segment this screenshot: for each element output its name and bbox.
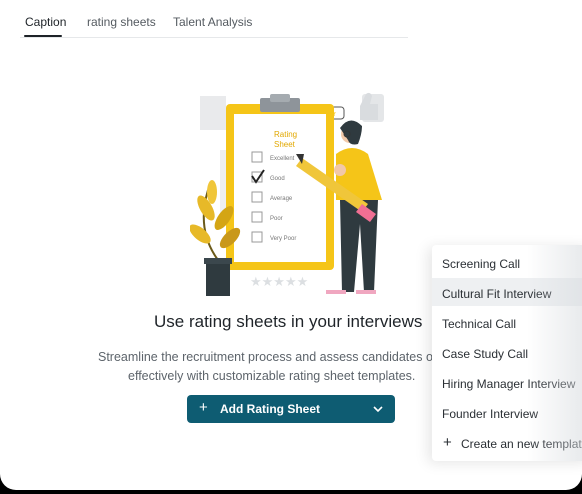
tab-bar: Caption rating sheets Talent Analysis: [20, 0, 408, 38]
empty-state-description: effectively with customizable rating she…: [128, 369, 416, 383]
template-dropdown-menu: Screening Call Cultural Fit Interview Te…: [432, 245, 582, 461]
menu-item-cultural-fit-interview[interactable]: Cultural Fit Interview: [432, 278, 582, 306]
rating-sheets-panel: Caption rating sheets Talent Analysis ★★…: [0, 0, 582, 490]
option-label: Excellent: [270, 156, 295, 162]
add-rating-sheet-button[interactable]: + Add Rating Sheet: [187, 395, 395, 423]
menu-item-technical-call[interactable]: Technical Call: [432, 308, 582, 336]
active-tab-indicator: [24, 35, 62, 37]
star-rating-icons: ★★★★★: [250, 274, 308, 289]
plus-icon: +: [443, 434, 452, 451]
create-new-template-button[interactable]: + Create an new template: [432, 428, 582, 456]
option-label: Poor: [270, 216, 283, 222]
menu-item-hiring-manager-interview[interactable]: Hiring Manager Interview: [432, 368, 582, 396]
plus-icon: +: [199, 399, 208, 416]
tab-caption[interactable]: Caption: [25, 15, 66, 29]
tab-talent-analysis[interactable]: Talent Analysis: [173, 15, 252, 29]
sheet-subtitle: Sheet: [274, 140, 296, 149]
option-label: Average: [270, 196, 293, 202]
rating-sheet-illustration: ★★★★ Rating Sheet Excellent Good Average…: [190, 92, 384, 296]
menu-item-founder-interview[interactable]: Founder Interview: [432, 398, 582, 426]
option-label: Very Poor: [270, 236, 296, 242]
menu-item-screening-call[interactable]: Screening Call: [432, 248, 582, 276]
add-rating-sheet-label: Add Rating Sheet: [220, 402, 321, 416]
background-shape: [200, 96, 226, 130]
chevron-down-icon[interactable]: [373, 404, 383, 414]
tab-rating-sheets[interactable]: rating sheets: [87, 15, 156, 29]
thumbs-up-icon: [360, 92, 384, 122]
sheet-title: Rating: [274, 130, 297, 139]
empty-state-description: Streamline the recruitment process and a…: [98, 350, 450, 364]
menu-item-case-study-call[interactable]: Case Study Call: [432, 338, 582, 366]
option-label: Good: [270, 176, 285, 182]
